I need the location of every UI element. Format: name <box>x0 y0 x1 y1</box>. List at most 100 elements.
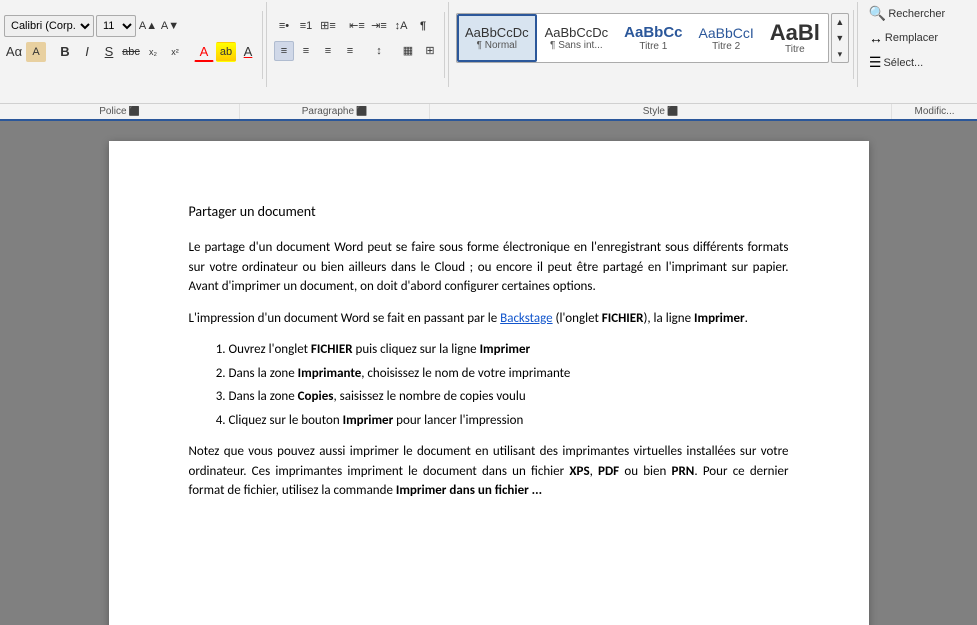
font-size-select[interactable]: 11 <box>96 15 136 37</box>
numbering-btn[interactable]: ≡1 <box>296 16 316 36</box>
list-item-3: Dans la zone Copies, saisissez le nombre… <box>229 387 789 407</box>
document-page[interactable]: Partager un document Le partage d'un doc… <box>109 141 869 625</box>
imprimer-bold-2: Imprimer <box>343 413 394 428</box>
style-expand-icon: ⬛ <box>667 106 678 117</box>
decrease-font-btn[interactable]: A▼ <box>160 16 180 36</box>
copies-bold: Copies <box>298 389 334 404</box>
font-color-btn[interactable]: A <box>194 42 214 62</box>
styles-scroll-up-btn[interactable]: ▲ <box>832 14 848 30</box>
rechercher-btn[interactable]: 🔍 Rechercher <box>865 3 949 24</box>
para-row1: ≡• ≡1 ⊞≡ ⇤≡ ⇥≡ ↕A ¶ <box>274 15 433 37</box>
backstage-link[interactable]: Backstage <box>500 311 552 326</box>
show-marks-btn[interactable]: ¶ <box>413 16 433 36</box>
subscript-btn[interactable]: x₂ <box>143 42 163 62</box>
para-row2: ≡ ≡ ≡ ≡ ↕ ▦ ⊞ <box>274 40 440 62</box>
style-titre-preview: AaBl <box>770 22 820 44</box>
style-sansint-preview: AaBbCcDc <box>545 25 609 40</box>
group-divider-3 <box>857 2 858 87</box>
remplacer-icon: ↔ <box>869 30 883 46</box>
style-titre1-preview: AaBbCc <box>624 24 682 41</box>
paragraphe-label: Paragraphe <box>302 106 354 117</box>
selectionner-icon: ☰ <box>869 54 882 71</box>
document-title: Partager un document <box>189 201 789 222</box>
style-normal-item[interactable]: AaBbCcDc ¶ Normal <box>457 14 537 62</box>
underline-btn[interactable]: S <box>99 42 119 62</box>
shading-btn[interactable]: ▦ <box>398 41 418 61</box>
font-row1: Calibri (Corp... 11 A▲ A▼ <box>4 14 180 38</box>
style-normal-label: ¶ Normal <box>477 40 517 51</box>
italic-btn[interactable]: I <box>77 42 97 62</box>
document-area: Partager un document Le partage d'un doc… <box>0 121 977 625</box>
strikethrough-btn[interactable]: abc <box>121 42 141 62</box>
style-titre-item[interactable]: AaBl Titre <box>762 14 828 62</box>
ribbon-group-labels: Police ⬛ Paragraphe ⬛ Style ⬛ Modific... <box>0 103 977 119</box>
paragraph-1: Le partage d'un document Word peut se fa… <box>189 238 789 297</box>
list-item-1: Ouvrez l'onglet FICHIER puis cliquez sur… <box>229 340 789 360</box>
imprimer-bold-list: Imprimer <box>480 342 531 357</box>
styles-row: AaBbCcDc ¶ Normal AaBbCcDc ¶ Sans int...… <box>456 13 849 63</box>
bullets-btn[interactable]: ≡• <box>274 16 294 36</box>
borders-btn[interactable]: ⊞ <box>420 41 440 61</box>
paragraphe-label-cell[interactable]: Paragraphe ⬛ <box>240 104 430 119</box>
style-titre2-item[interactable]: AaBbCcI Titre 2 <box>691 14 762 62</box>
style-titre1-label: Titre 1 <box>639 41 667 52</box>
style-titre1-item[interactable]: AaBbCc Titre 1 <box>616 14 690 62</box>
list-item-4: Cliquez sur le bouton Imprimer pour lanc… <box>229 411 789 431</box>
fichier-bold: FICHIER <box>602 311 644 326</box>
remplacer-label: Remplacer <box>885 32 938 44</box>
paragraphe-expand-icon: ⬛ <box>356 106 367 117</box>
styles-group: AaBbCcDc ¶ Normal AaBbCcDc ¶ Sans int...… <box>452 10 854 79</box>
increase-font-btn[interactable]: A▲ <box>138 16 158 36</box>
align-left-btn[interactable]: ≡ <box>274 41 294 61</box>
modifier-label-cell[interactable]: Modific... <box>892 104 977 119</box>
highlight-btn[interactable]: ab <box>216 42 236 62</box>
styles-scroll-btns: ▲ ▼ ▾ <box>831 13 849 63</box>
increase-indent-btn[interactable]: ⇥≡ <box>369 16 389 36</box>
style-sansint-item[interactable]: AaBbCcDc ¶ Sans int... <box>537 14 617 62</box>
style-label: Style <box>643 106 665 117</box>
font-family-select[interactable]: Calibri (Corp... <box>4 15 94 37</box>
align-right-btn[interactable]: ≡ <box>318 41 338 61</box>
pdf-bold: PDF <box>598 464 619 479</box>
police-label-cell[interactable]: Police ⬛ <box>0 104 240 119</box>
imprimer-bold-1: Imprimer <box>694 311 745 326</box>
instructions-list: Ouvrez l'onglet FICHIER puis cliquez sur… <box>229 340 789 430</box>
superscript-btn[interactable]: x² <box>165 42 185 62</box>
ribbon-top-row: Calibri (Corp... 11 A▲ A▼ Aα A B I S abc… <box>0 0 977 103</box>
style-normal-preview: AaBbCcDc <box>465 25 529 40</box>
font-color2-btn[interactable]: A <box>238 42 258 62</box>
styles-more-btn[interactable]: ▾ <box>832 46 848 62</box>
bold-btn[interactable]: B <box>55 42 75 62</box>
style-sansint-label: ¶ Sans int... <box>550 40 603 51</box>
xps-bold: XPS <box>569 464 589 479</box>
prn-bold: PRN <box>672 464 695 479</box>
align-center-btn[interactable]: ≡ <box>296 41 316 61</box>
sort-btn[interactable]: ↕A <box>391 16 411 36</box>
rechercher-label: Rechercher <box>888 8 945 20</box>
font-case-btn[interactable]: A <box>26 42 46 62</box>
list-item-2: Dans la zone Imprimante, choisissez le n… <box>229 364 789 384</box>
selectionner-label: Sélect... <box>883 57 923 69</box>
ribbon: Calibri (Corp... 11 A▲ A▼ Aα A B I S abc… <box>0 0 977 121</box>
style-titre2-preview: AaBbCcI <box>699 25 754 41</box>
group-divider-2 <box>448 2 449 87</box>
modifier-label: Modific... <box>914 106 954 117</box>
decrease-indent-btn[interactable]: ⇤≡ <box>347 16 367 36</box>
group-divider-1 <box>266 2 267 87</box>
multilevel-btn[interactable]: ⊞≡ <box>318 16 338 36</box>
paragraph-3: Notez que vous pouvez aussi imprimer le … <box>189 442 789 501</box>
paragraph-group: ≡• ≡1 ⊞≡ ⇤≡ ⇥≡ ↕A ¶ ≡ ≡ ≡ ≡ ↕ ▦ ⊞ <box>270 12 445 78</box>
style-label-cell[interactable]: Style ⬛ <box>430 104 892 119</box>
remplacer-btn[interactable]: ↔ Remplacer <box>865 28 942 48</box>
styles-scroll-down-btn[interactable]: ▼ <box>832 30 848 46</box>
selectionner-btn[interactable]: ☰ Sélect... <box>865 52 927 73</box>
paragraph-2: L'impression d'un document Word se fait … <box>189 309 789 329</box>
style-titre-label: Titre <box>785 44 805 55</box>
line-spacing-btn[interactable]: ↕ <box>369 41 389 61</box>
styles-list-container: AaBbCcDc ¶ Normal AaBbCcDc ¶ Sans int...… <box>456 13 829 63</box>
police-expand-icon: ⬛ <box>129 106 140 117</box>
font-group: Calibri (Corp... 11 A▲ A▼ Aα A B I S abc… <box>0 11 263 79</box>
justify-btn[interactable]: ≡ <box>340 41 360 61</box>
font-reset-btn[interactable]: Aα <box>4 42 24 62</box>
fichier-bold-list: FICHIER <box>311 342 353 357</box>
